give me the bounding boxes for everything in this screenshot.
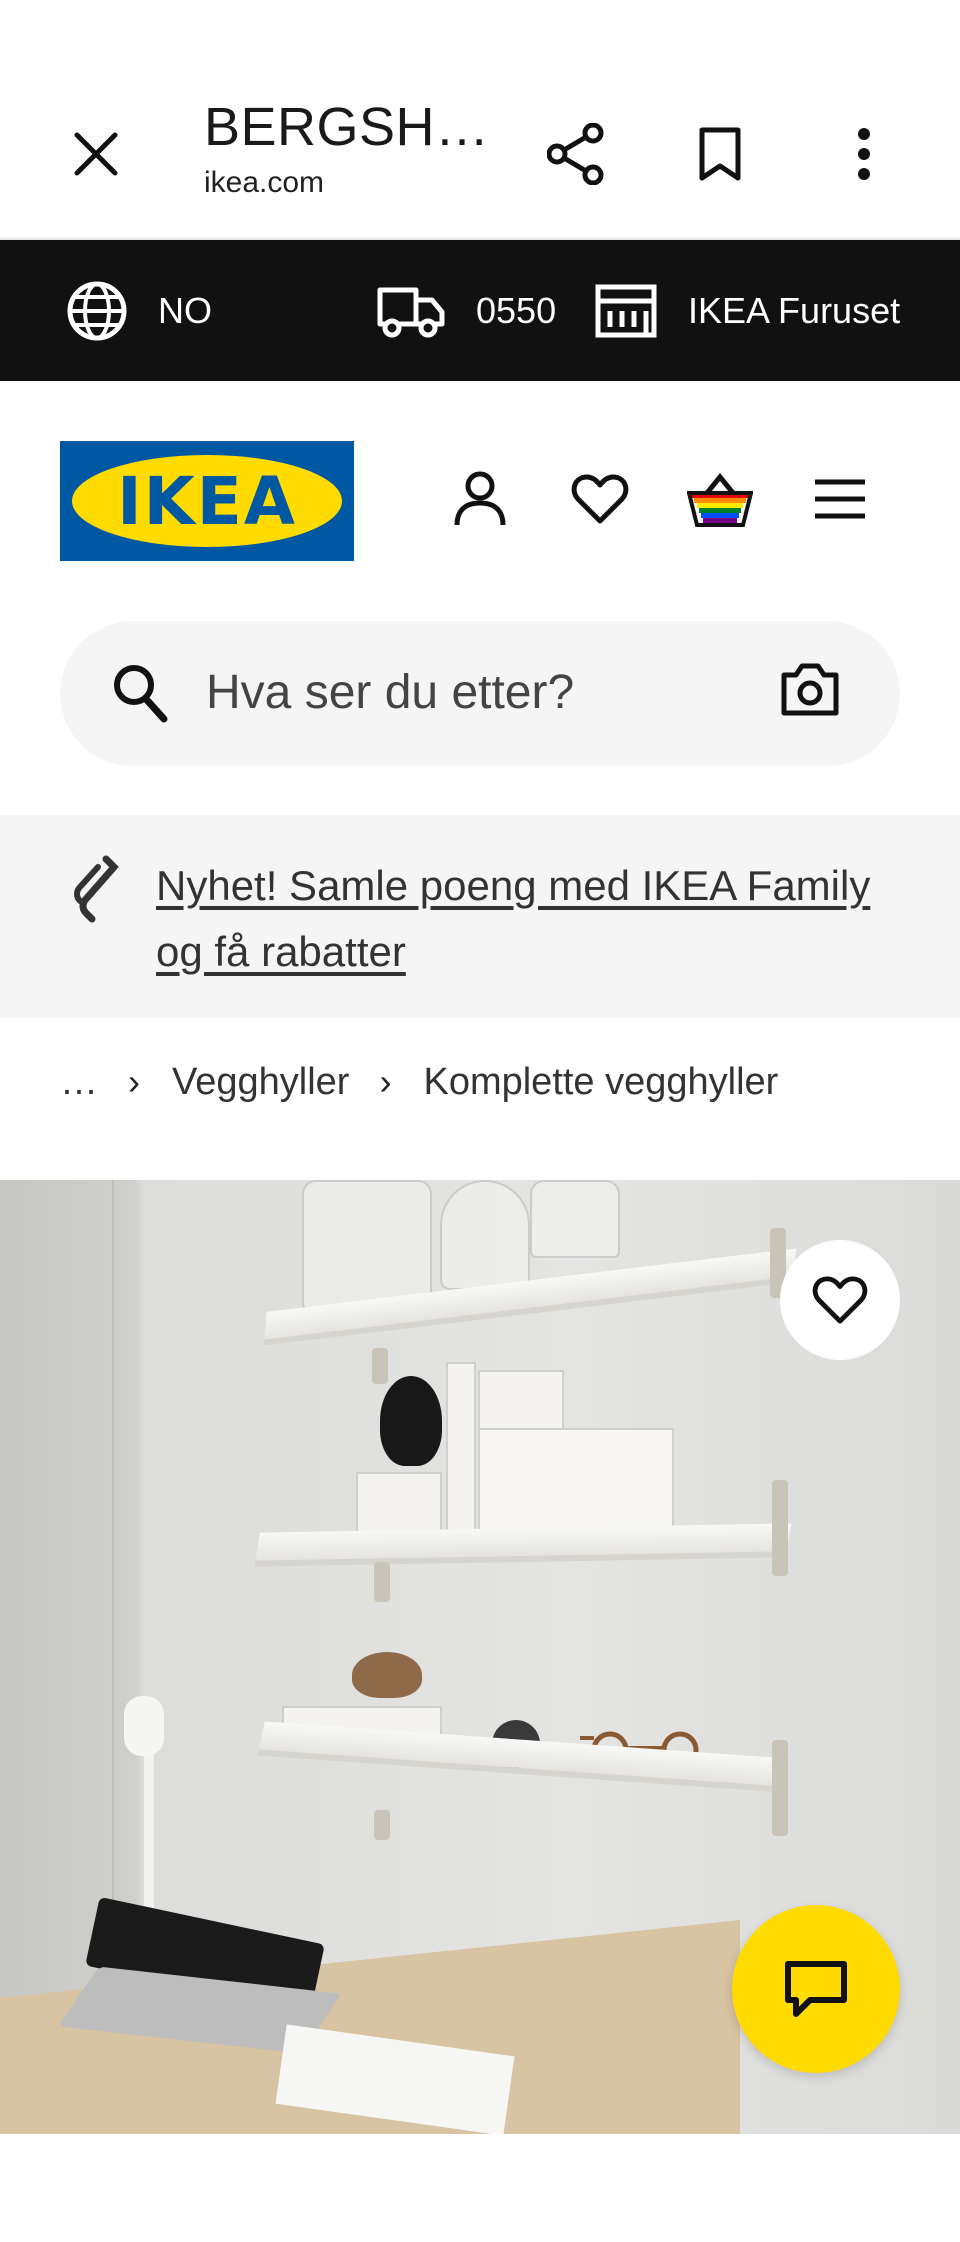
add-to-wishlist-button[interactable] bbox=[780, 1240, 900, 1360]
person-icon bbox=[454, 471, 506, 526]
family-promo-banner: Nyhet! Samle poeng med IKEA Family og få… bbox=[0, 815, 960, 1018]
chevron-right-icon: › bbox=[128, 1061, 140, 1102]
share-icon bbox=[547, 123, 604, 185]
close-icon bbox=[74, 132, 118, 176]
country-selector[interactable]: NO bbox=[66, 240, 212, 381]
store-label: IKEA Furuset bbox=[688, 289, 901, 331]
truck-icon bbox=[377, 287, 445, 337]
chevron-right-icon: › bbox=[379, 1061, 392, 1102]
search-bar[interactable]: Hva ser du etter? bbox=[60, 621, 900, 766]
country-label: NO bbox=[158, 289, 212, 331]
page-title: BERGSH… bbox=[204, 97, 490, 157]
heart-icon bbox=[812, 1276, 868, 1324]
postcode-selector[interactable]: 0550 bbox=[376, 240, 556, 381]
wishlist-button[interactable] bbox=[560, 459, 640, 539]
menu-button[interactable] bbox=[800, 459, 880, 539]
books bbox=[446, 1362, 476, 1546]
breadcrumb-item[interactable]: Komplette vegghyller bbox=[423, 1061, 778, 1104]
store-selector[interactable]: IKEA Furuset bbox=[594, 240, 900, 381]
bookmark-button[interactable] bbox=[682, 116, 758, 192]
more-vertical-icon bbox=[858, 128, 870, 180]
cart-button[interactable] bbox=[680, 459, 760, 539]
family-promo-link[interactable]: Nyhet! Samle poeng med IKEA Family og få… bbox=[156, 853, 916, 985]
store-icon bbox=[595, 284, 657, 337]
more-options-button[interactable] bbox=[826, 116, 902, 192]
heart-icon bbox=[571, 474, 629, 524]
ikea-family-icon bbox=[74, 855, 119, 923]
search-icon bbox=[114, 665, 168, 723]
glass-vase bbox=[302, 1180, 432, 1310]
bookmark-icon bbox=[699, 127, 741, 181]
globe-icon bbox=[67, 281, 127, 340]
breadcrumb-item[interactable]: … bbox=[60, 1061, 98, 1104]
chat-button[interactable] bbox=[732, 1905, 900, 2073]
close-tab-button[interactable] bbox=[60, 118, 132, 190]
breadcrumb: … › Vegghyller › Komplette vegghyller bbox=[60, 1052, 778, 1112]
utility-bar: NO 0550 IKEA Furuset bbox=[0, 240, 960, 381]
site-header: IKEA bbox=[0, 381, 960, 621]
account-button[interactable] bbox=[440, 459, 520, 539]
page-domain: ikea.com bbox=[204, 166, 325, 199]
glass-vase bbox=[440, 1180, 530, 1290]
ikea-logo[interactable]: IKEA bbox=[60, 441, 354, 561]
breadcrumb-item[interactable]: Vegghyller bbox=[172, 1061, 349, 1104]
wall-shelf bbox=[254, 1523, 792, 1567]
chat-icon bbox=[785, 1961, 847, 2017]
hamburger-menu-icon bbox=[815, 479, 865, 519]
books bbox=[478, 1370, 564, 1430]
postcode-label: 0550 bbox=[476, 289, 557, 331]
black-vase bbox=[380, 1376, 442, 1466]
logo-wordmark: IKEA bbox=[117, 462, 297, 540]
basket-icon bbox=[687, 473, 753, 527]
wooden-bowl bbox=[352, 1652, 422, 1698]
search-input[interactable]: Hva ser du etter? bbox=[206, 665, 574, 720]
camera-icon[interactable] bbox=[780, 661, 840, 717]
browser-toolbar: BERGSH… ikea.com bbox=[0, 0, 960, 240]
page-title-block: BERGSH… ikea.com bbox=[204, 96, 490, 200]
glass-carafe bbox=[530, 1180, 620, 1258]
share-button[interactable] bbox=[538, 116, 614, 192]
